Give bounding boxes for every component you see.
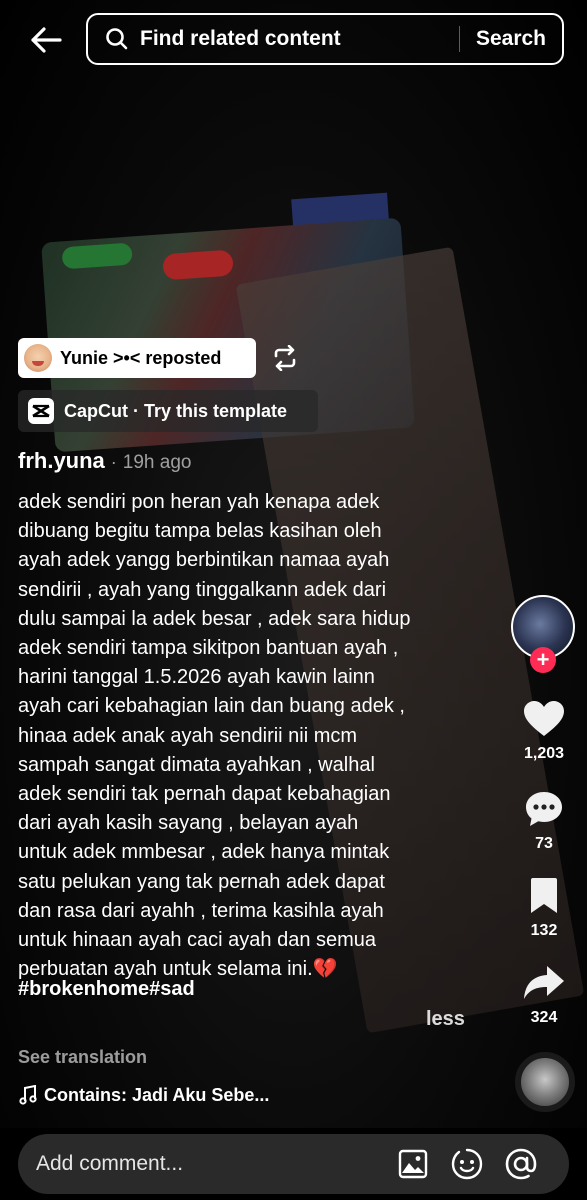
post-caption: adek sendiri pon heran yah kenapa adek d… — [18, 491, 411, 981]
author-separator: · — [110, 452, 117, 472]
back-button[interactable] — [26, 20, 66, 60]
like-count: 1,203 — [523, 745, 565, 762]
image-icon[interactable] — [396, 1147, 430, 1181]
like-button[interactable]: 1,203 — [505, 699, 583, 763]
less-button[interactable]: less — [426, 1008, 465, 1031]
capcut-icon — [26, 396, 56, 426]
music-line[interactable]: Contains: Jadi Aku Sebe... — [18, 1084, 269, 1106]
music-title: Contains: Jadi Aku Sebe... — [44, 1084, 270, 1105]
post-hashtags[interactable]: #brokenhome#sad — [18, 978, 195, 1001]
comment-box[interactable] — [18, 1134, 569, 1194]
bookmark-button[interactable]: 132 — [505, 876, 583, 940]
follow-button[interactable]: + — [530, 647, 556, 673]
post-time: 19h ago — [122, 452, 192, 473]
heart-icon — [522, 699, 566, 739]
mention-icon[interactable] — [504, 1147, 538, 1181]
repost-button[interactable] — [268, 341, 302, 375]
capcut-template-chip[interactable]: CapCut · Try this template — [18, 390, 318, 432]
author-line: frh.yuna · 19h ago — [18, 448, 191, 474]
top-bar: Search — [0, 0, 587, 80]
repost-text: Yunie >•< reposted — [60, 347, 222, 368]
back-arrow-icon — [31, 27, 62, 53]
capcut-label: CapCut · Try this template — [64, 400, 288, 421]
author-name[interactable]: frh.yuna — [18, 448, 105, 474]
share-count: 324 — [530, 1009, 558, 1026]
reposter-avatar — [24, 344, 52, 372]
search-box[interactable]: Search — [86, 13, 564, 65]
search-button[interactable]: Search — [460, 27, 562, 51]
search-icon — [104, 26, 130, 52]
repost-chip[interactable]: Yunie >•< reposted — [18, 338, 256, 378]
music-note-icon — [18, 1084, 38, 1106]
bookmark-icon — [522, 876, 566, 916]
share-icon — [522, 963, 566, 1003]
see-translation-link[interactable]: See translation — [18, 1047, 147, 1068]
comment-icon — [522, 789, 566, 829]
comment-bar — [0, 1128, 587, 1200]
bookmark-count: 132 — [530, 922, 558, 939]
repost-icon — [274, 345, 296, 371]
comment-input[interactable] — [36, 1152, 376, 1176]
comment-count: 73 — [535, 835, 553, 852]
search-input[interactable] — [140, 27, 459, 51]
music-disc[interactable] — [515, 1052, 575, 1112]
comment-button[interactable]: 73 — [505, 789, 583, 853]
emoji-icon[interactable] — [450, 1147, 484, 1181]
share-button[interactable]: 324 — [505, 963, 583, 1027]
